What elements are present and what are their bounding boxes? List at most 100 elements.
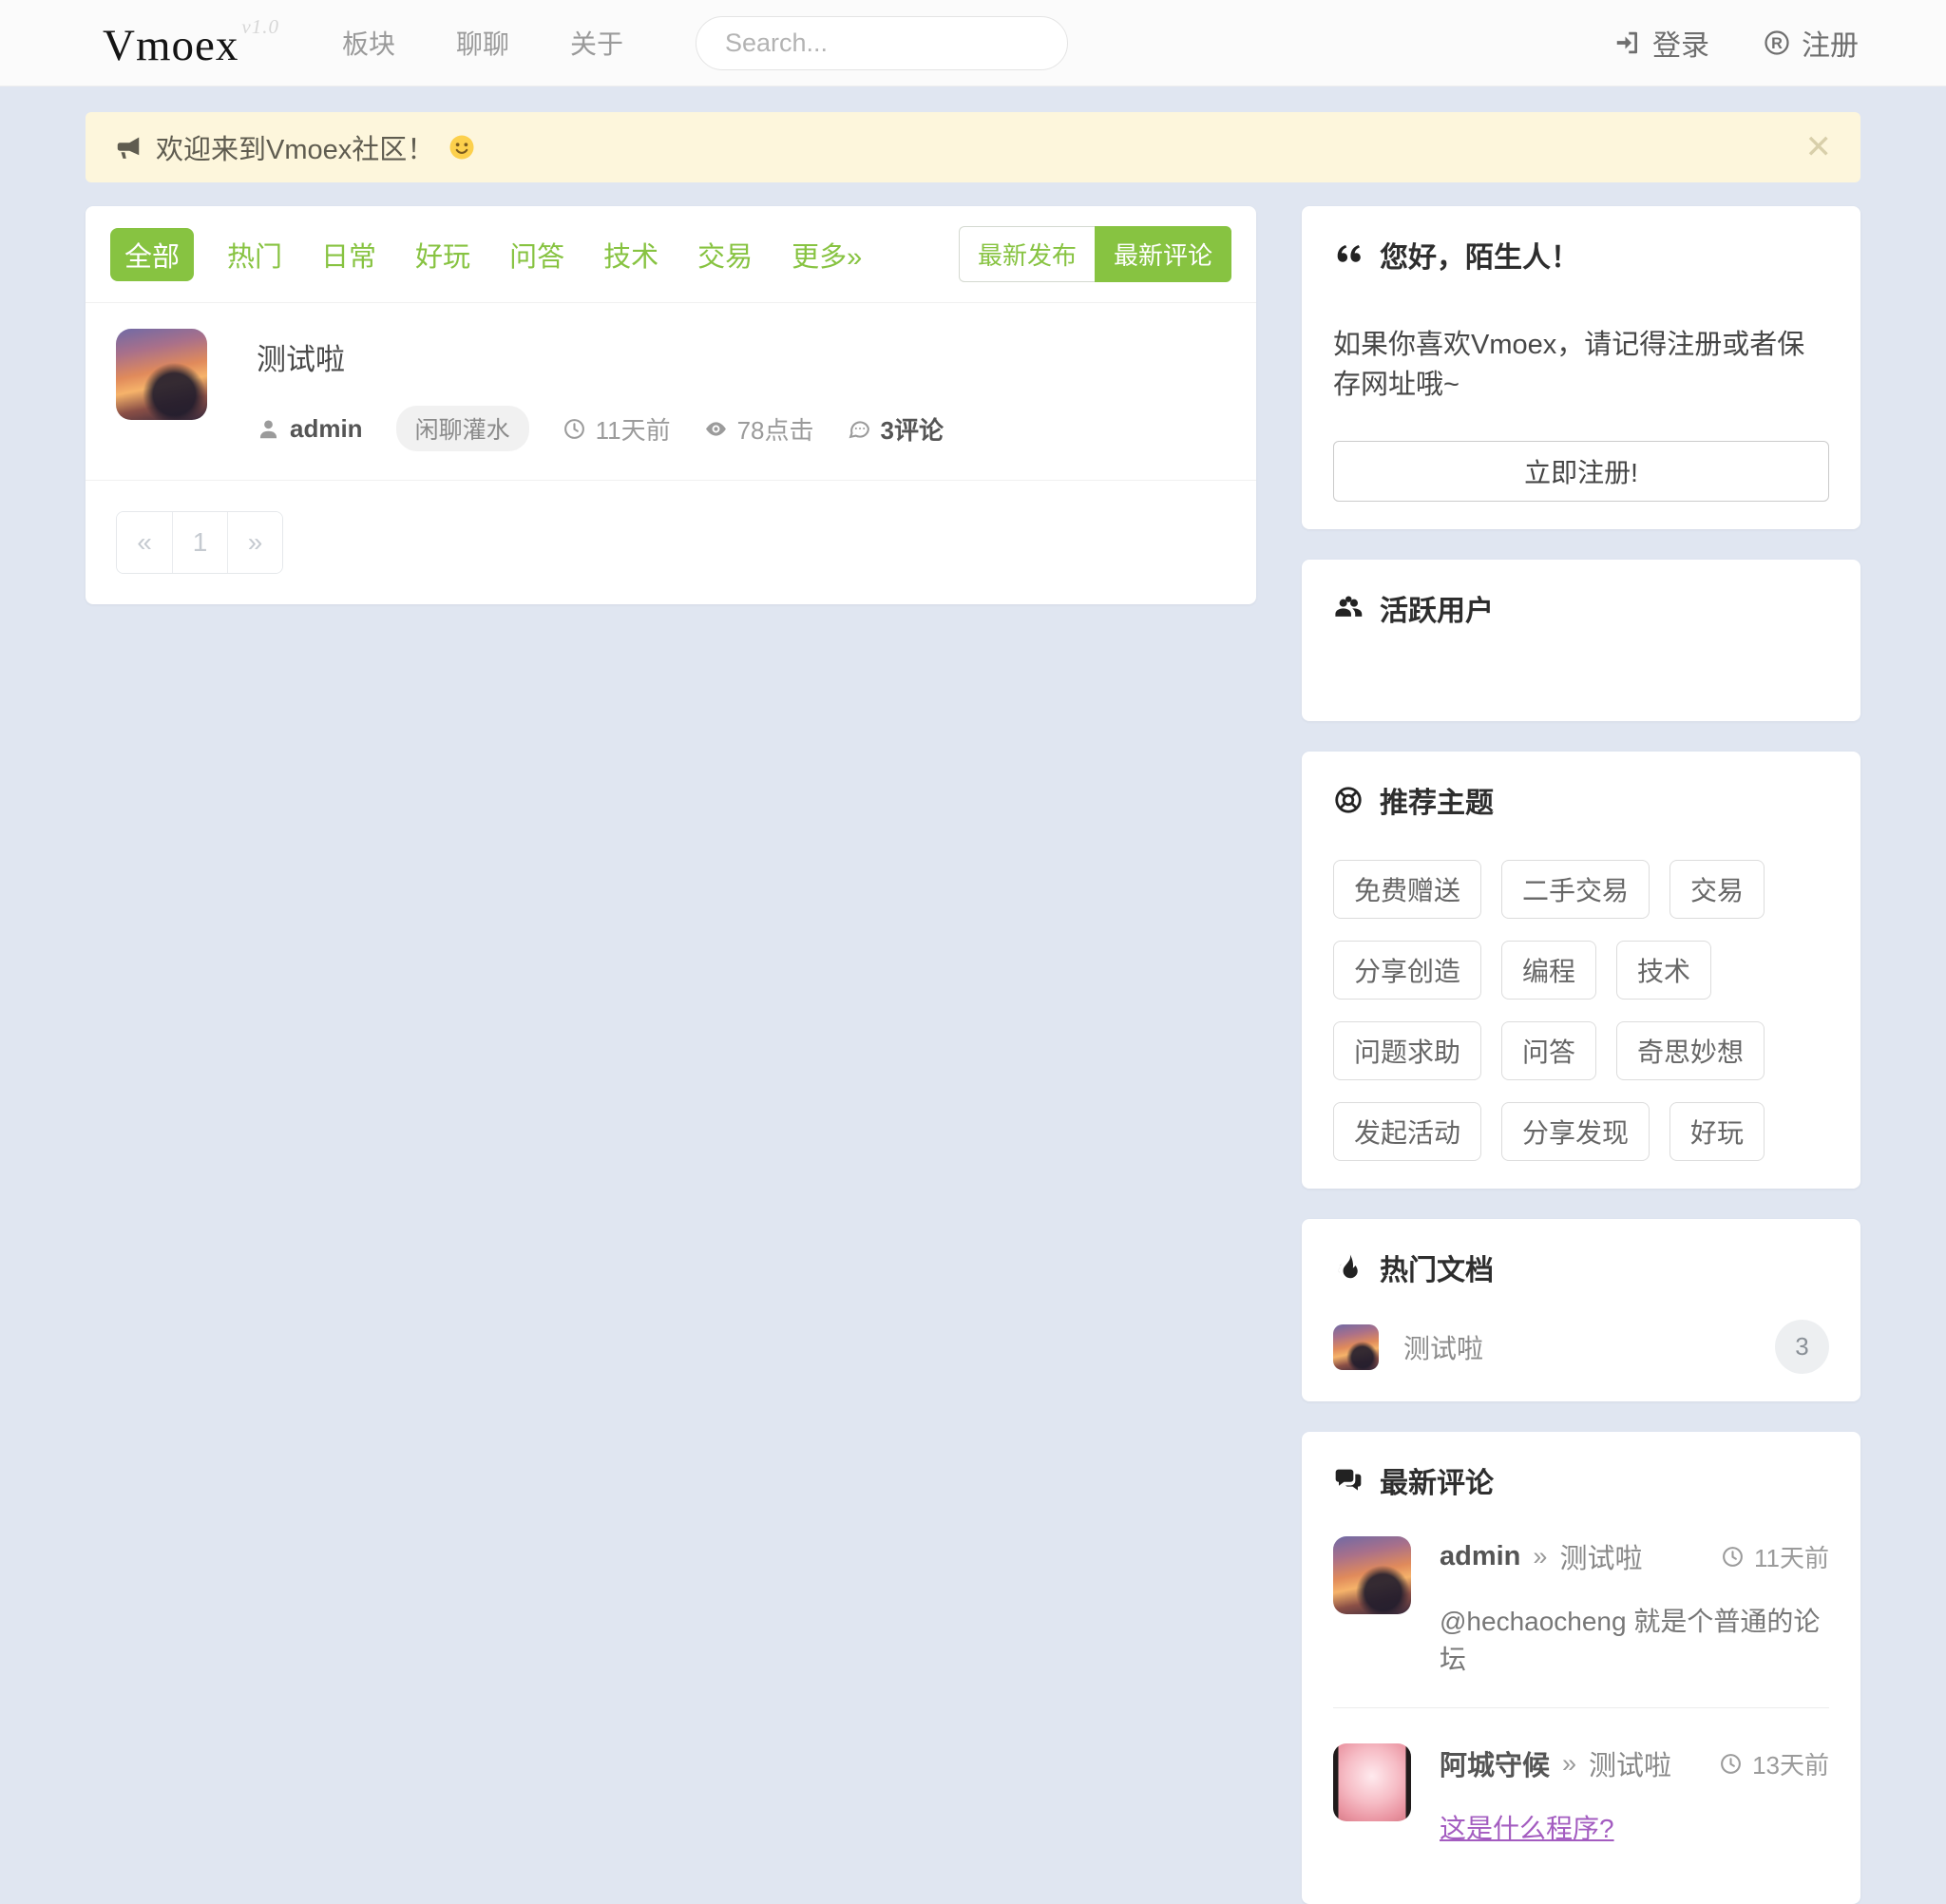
tab-daily[interactable]: 日常 (321, 235, 376, 275)
user-icon (257, 417, 280, 441)
comment-head: 阿城守候 » 测试啦 13天前 (1440, 1743, 1829, 1783)
comment-time: 13天前 (1719, 1746, 1829, 1781)
recommended-topics-header: 推荐主题 (1333, 779, 1829, 821)
comment-item: 阿城守候 » 测试啦 13天前 这是什么程序? (1333, 1707, 1829, 1876)
hot-doc-avatar (1333, 1324, 1379, 1370)
sort-latest-comments-button[interactable]: 最新评论 (1095, 226, 1231, 282)
logo[interactable]: Vmoexv1.0 (103, 15, 279, 71)
comment-time: 11天前 (1721, 1539, 1829, 1574)
post-body: 测试啦 admin 闲聊灌水 11天前 78点击 (257, 329, 1226, 451)
navbar-auth: 登录 R 注册 (1613, 22, 1859, 64)
fire-icon (1333, 1252, 1364, 1283)
tab-fun[interactable]: 好玩 (415, 235, 470, 275)
hot-doc-count-badge: 3 (1775, 1320, 1829, 1374)
tab-all[interactable]: 全部 (110, 228, 194, 281)
topic-tag-help[interactable]: 问题求助 (1333, 1021, 1481, 1080)
navbar: Vmoexv1.0 板块 聊聊 关于 登录 R 注册 (0, 0, 1946, 86)
welcome-card-text: 如果你喜欢Vmoex，请记得注册或者保存网址哦~ (1333, 322, 1829, 402)
nav-links: 板块 聊聊 关于 (342, 24, 623, 62)
active-users-card: 活跃用户 (1302, 560, 1860, 721)
post-author-name: admin (290, 414, 363, 444)
eye-icon (704, 417, 728, 441)
smiley-emoji-icon (448, 133, 476, 162)
comment-author-avatar[interactable] (1333, 1743, 1411, 1821)
topic-list-card: 全部 热门 日常 好玩 问答 技术 交易 更多» 最新发布 最新评论 测试啦 (86, 206, 1256, 604)
welcome-card: 您好，陌生人！ 如果你喜欢Vmoex，请记得注册或者保存网址哦~ 立即注册! (1302, 206, 1860, 529)
topic-tag-tech[interactable]: 技术 (1616, 941, 1711, 1000)
nav-link-chat[interactable]: 聊聊 (456, 24, 509, 62)
tab-qa[interactable]: 问答 (509, 235, 564, 275)
topic-list-item[interactable]: 测试啦 admin 闲聊灌水 11天前 78点击 (86, 303, 1256, 480)
comment-author-avatar[interactable] (1333, 1536, 1411, 1614)
version-label: v1.0 (241, 15, 279, 38)
welcome-card-title: 您好，陌生人！ (1380, 234, 1579, 276)
topic-tag-ideas[interactable]: 奇思妙想 (1616, 1021, 1765, 1080)
post-meta: admin 闲聊灌水 11天前 78点击 3评论 (257, 406, 1226, 451)
active-users-header: 活跃用户 (1333, 587, 1829, 629)
pagination-page-1[interactable]: 1 (172, 512, 227, 573)
register-now-button[interactable]: 立即注册! (1333, 441, 1829, 502)
post-time: 11天前 (563, 411, 671, 447)
pagination-prev-button[interactable]: « (117, 512, 172, 573)
latest-comments-title: 最新评论 (1380, 1459, 1494, 1501)
welcome-banner: 欢迎来到Vmoex社区！ ✕ (86, 112, 1860, 182)
post-comments[interactable]: 3评论 (848, 411, 944, 447)
hot-docs-card: 热门文档 测试啦 3 (1302, 1219, 1860, 1401)
login-link[interactable]: 登录 (1613, 22, 1709, 64)
pagination-next-button[interactable]: » (227, 512, 282, 573)
tab-hot[interactable]: 热门 (227, 235, 282, 275)
topic-tag-events[interactable]: 发起活动 (1333, 1102, 1481, 1161)
banner-text: 欢迎来到Vmoex社区！ (156, 127, 434, 167)
banner-close-icon[interactable]: ✕ (1805, 131, 1833, 163)
comment-post-link[interactable]: 测试啦 (1589, 1743, 1671, 1783)
hot-docs-title: 热门文档 (1380, 1247, 1494, 1288)
comment-separator: » (1562, 1749, 1576, 1779)
nav-link-about[interactable]: 关于 (570, 24, 623, 62)
topic-tag-trade[interactable]: 交易 (1669, 860, 1765, 919)
sort-newest-button[interactable]: 最新发布 (959, 226, 1095, 282)
hot-doc-item[interactable]: 测试啦 3 (1333, 1320, 1829, 1374)
topic-tag-programming[interactable]: 编程 (1501, 941, 1596, 1000)
pagination-group: « 1 » (116, 511, 283, 574)
latest-comments-card: 最新评论 admin » 测试啦 11天前 @hechaocheng 就是个普通… (1302, 1432, 1860, 1904)
comment-author-name[interactable]: 阿城守候 (1440, 1743, 1550, 1783)
topic-tag-free[interactable]: 免费赠送 (1333, 860, 1481, 919)
tab-trade[interactable]: 交易 (697, 235, 753, 275)
post-title-link[interactable]: 测试啦 (257, 335, 345, 378)
comment-post-link[interactable]: 测试啦 (1559, 1536, 1642, 1576)
welcome-card-header: 您好，陌生人！ (1333, 234, 1829, 276)
register-label: 注册 (1802, 22, 1859, 64)
comment-head: admin » 测试啦 11天前 (1440, 1536, 1829, 1576)
comments-icon (1333, 1465, 1364, 1495)
topic-tag-fun[interactable]: 好玩 (1669, 1102, 1765, 1161)
topic-tag-qa[interactable]: 问答 (1501, 1021, 1596, 1080)
topic-tag-secondhand[interactable]: 二手交易 (1501, 860, 1650, 919)
post-time-label: 11天前 (596, 411, 671, 447)
post-clicks-label: 78点击 (737, 411, 814, 447)
tab-tech[interactable]: 技术 (603, 235, 658, 275)
post-author-avatar[interactable] (116, 329, 207, 420)
category-tabs: 全部 热门 日常 好玩 问答 技术 交易 更多» (110, 228, 901, 281)
login-icon (1613, 29, 1642, 57)
topic-tag-share-create[interactable]: 分享创造 (1333, 941, 1481, 1000)
post-category-tag[interactable]: 闲聊灌水 (396, 406, 529, 451)
recommended-topics-card: 推荐主题 免费赠送 二手交易 交易 分享创造 编程 技术 问题求助 问答 奇思妙… (1302, 752, 1860, 1189)
search-box (696, 16, 1068, 70)
topic-tag-share-discover[interactable]: 分享发现 (1501, 1102, 1650, 1161)
topic-filter-bar: 全部 热门 日常 好玩 问答 技术 交易 更多» 最新发布 最新评论 (86, 206, 1256, 302)
hot-doc-title-link[interactable]: 测试啦 (1403, 1328, 1483, 1366)
clock-icon (563, 417, 586, 441)
users-icon (1333, 593, 1364, 623)
search-input[interactable] (696, 17, 1068, 69)
comment-author-name[interactable]: admin (1440, 1541, 1520, 1572)
tab-more[interactable]: 更多» (792, 235, 862, 275)
nav-link-boards[interactable]: 板块 (342, 24, 395, 62)
comment-text-link[interactable]: 这是什么程序? (1440, 1808, 1614, 1846)
life-ring-icon (1333, 785, 1364, 815)
active-users-empty-body (1333, 629, 1829, 694)
post-author[interactable]: admin (257, 414, 363, 444)
register-link[interactable]: R 注册 (1763, 22, 1859, 64)
comment-separator: » (1533, 1542, 1547, 1571)
clock-icon (1719, 1752, 1743, 1776)
page-content: 全部 热门 日常 好玩 问答 技术 交易 更多» 最新发布 最新评论 测试啦 (86, 206, 1860, 1904)
